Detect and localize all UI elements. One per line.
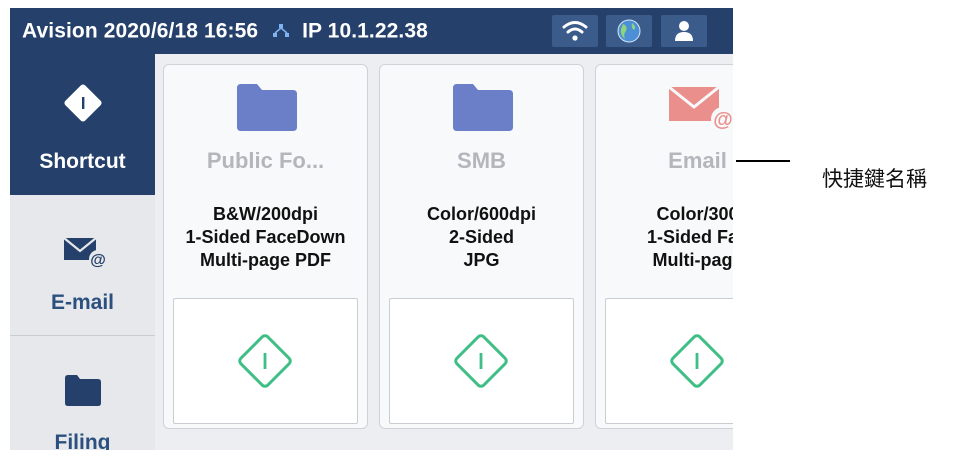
settings-line: B&W/200dpi [212, 204, 318, 224]
settings-line: 1-Sided FaceDown [185, 227, 346, 247]
sidebar: Shortcut @ E-mail Filing [10, 54, 155, 450]
folder-icon [453, 84, 513, 131]
shortcut-diamond-icon [64, 84, 102, 122]
folder-icon [237, 84, 297, 131]
brand-name: Avision [22, 19, 98, 43]
sidebar-item-email[interactable]: @ E-mail [10, 195, 155, 335]
start-scan-button[interactable] [173, 298, 358, 424]
wifi-icon [562, 21, 588, 41]
settings-line: Multi-page PDF [200, 250, 331, 270]
shortcut-card[interactable]: SMB Color/600dpi 2-Sided JPG [379, 64, 584, 429]
ip-address: IP 10.1.22.38 [302, 19, 428, 43]
sidebar-item-label: Filing [54, 431, 111, 450]
svg-text:@: @ [713, 109, 733, 131]
start-diamond-icon [670, 334, 724, 388]
shortcut-name: Public Fo... [206, 148, 325, 173]
settings-line: 1-Sided Fac [646, 227, 733, 247]
shortcut-settings: B&W/200dpi 1-Sided FaceDown Multi-page P… [164, 203, 367, 272]
sidebar-item-label: Shortcut [39, 150, 126, 173]
shortcut-card[interactable]: @ Email Color/300 1-Sided Fac Multi-page [595, 64, 733, 429]
start-scan-button[interactable] [605, 298, 733, 424]
email-icon: @ [669, 85, 733, 131]
status-bar: Avision 2020/6/18 16:56 IP 10.1.22.38 [10, 8, 733, 54]
start-scan-button[interactable] [389, 298, 574, 424]
start-diamond-icon [238, 334, 292, 388]
device-screen: Avision 2020/6/18 16:56 IP 10.1.22.38 Sh… [10, 8, 733, 450]
network-globe-button[interactable] [606, 15, 652, 47]
globe-icon [617, 19, 641, 43]
datetime: 2020/6/18 16:56 [103, 19, 259, 43]
svg-text:@: @ [90, 252, 106, 269]
shortcut-settings: Color/300 1-Sided Fac Multi-page [596, 203, 733, 272]
sidebar-item-label: E-mail [50, 291, 115, 314]
folder-icon [65, 375, 101, 406]
sidebar-item-filing[interactable]: Filing [10, 336, 155, 450]
user-button[interactable] [661, 15, 707, 47]
settings-line: Color/300 [656, 204, 733, 224]
shortcut-settings: Color/600dpi 2-Sided JPG [380, 203, 583, 272]
shortcut-card[interactable]: Public Fo... B&W/200dpi 1-Sided FaceDown… [163, 64, 368, 429]
settings-line: JPG [463, 250, 500, 270]
email-icon: @ [63, 237, 107, 269]
callout-label: 快捷鍵名稱 [822, 167, 927, 191]
network-icon [270, 22, 292, 40]
sidebar-item-shortcut[interactable]: Shortcut [10, 54, 155, 195]
wifi-button[interactable] [552, 15, 598, 47]
shortcut-name: SMB [457, 148, 506, 173]
settings-line: Color/600dpi [426, 204, 537, 224]
settings-line: 2-Sided [448, 227, 514, 247]
settings-line: Multi-page [652, 250, 734, 270]
callout-line [736, 160, 790, 162]
user-icon [675, 21, 693, 41]
shortcut-name: Email [668, 148, 727, 173]
start-diamond-icon [454, 334, 508, 388]
